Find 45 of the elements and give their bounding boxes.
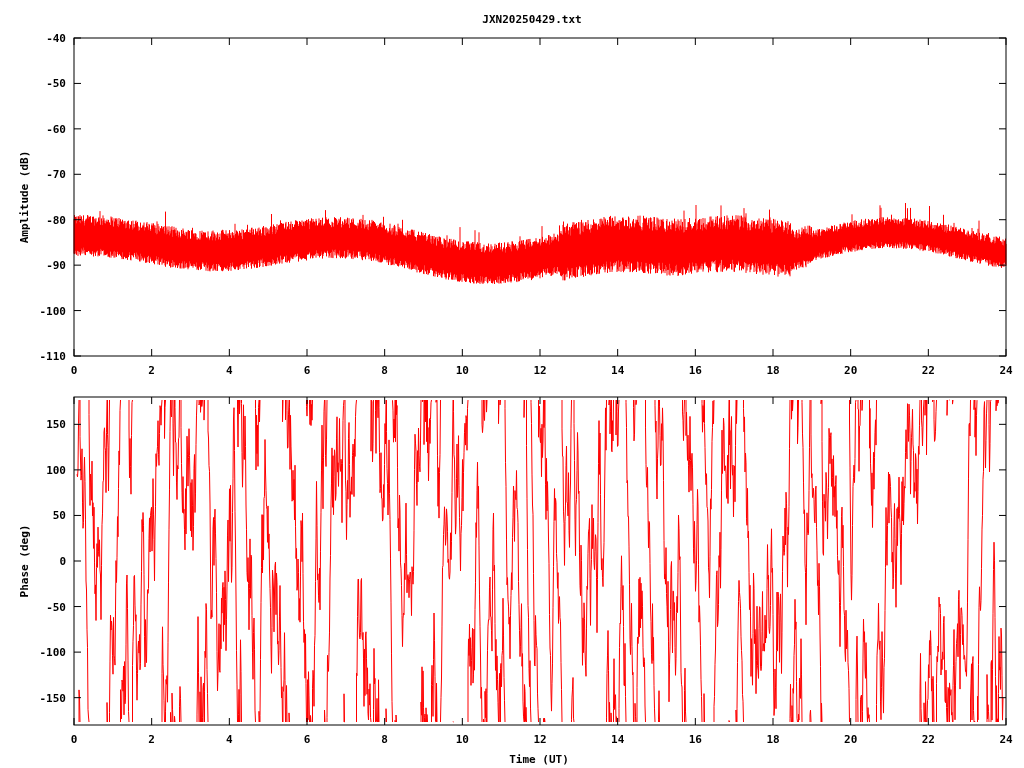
tick-label: 22: [921, 733, 935, 746]
tick-label: 150: [46, 418, 66, 432]
tick-label: 0: [70, 364, 78, 377]
tick-label: 4: [226, 733, 233, 746]
tick-label: 6: [303, 733, 311, 746]
tick-label: 20: [844, 364, 858, 377]
tick-label: -150: [39, 691, 66, 705]
axis-label: Time (UT): [509, 753, 569, 766]
tick-label: -60: [46, 122, 66, 136]
tick-label: -80: [46, 213, 66, 227]
chart-title: JXN20250429.txt: [482, 13, 582, 26]
tick-label: 8: [381, 364, 388, 377]
tick-label: 16: [688, 733, 702, 746]
tick-label: -110: [39, 350, 66, 363]
tick-label: 14: [611, 733, 625, 746]
tick-label: 16: [688, 364, 702, 377]
tick-label: 10: [455, 364, 469, 377]
tick-label: 14: [611, 364, 625, 377]
tick-label: -70: [46, 168, 66, 182]
tick-label: 12: [533, 733, 547, 746]
tick-label: 2: [148, 364, 155, 377]
axis-label: Phase (deg): [18, 524, 31, 598]
tick-label: 12: [533, 364, 547, 377]
tick-label: 50: [52, 509, 66, 523]
tick-label: -50: [46, 600, 66, 614]
tick-label: 0: [59, 555, 66, 568]
tick-label: -100: [39, 304, 66, 318]
tick-label: 18: [766, 364, 780, 377]
tick-label: 2: [148, 733, 155, 746]
tick-label: 8: [381, 733, 388, 746]
tick-label: 10: [455, 733, 469, 746]
tick-label: 20: [844, 733, 858, 746]
tick-label: 22: [921, 364, 935, 377]
tick-label: -100: [39, 646, 66, 660]
tick-label: 0: [70, 733, 78, 746]
tick-label: 18: [766, 733, 780, 746]
tick-label: 4: [226, 364, 233, 377]
tick-label: 6: [303, 364, 311, 377]
tick-label: 24: [999, 364, 1013, 377]
axis-label: Amplitude (dB): [18, 150, 31, 244]
tick-label: 24: [999, 733, 1013, 746]
tick-label: -40: [46, 32, 66, 45]
tick-label: 100: [46, 463, 66, 477]
tick-label: -50: [46, 77, 66, 91]
tick-label: -90: [46, 259, 66, 273]
